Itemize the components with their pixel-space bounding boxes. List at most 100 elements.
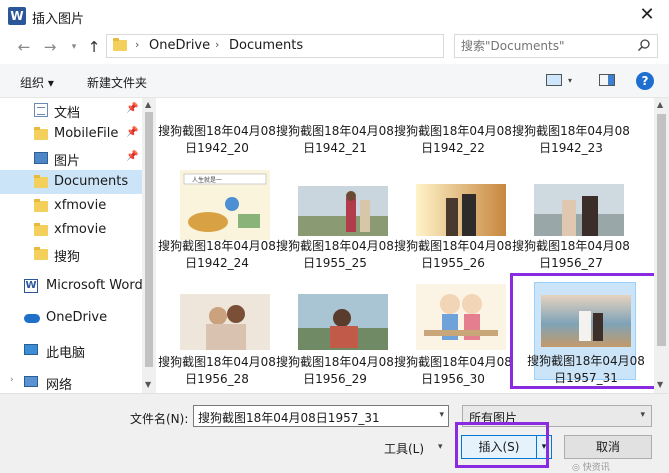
recent-chevron-down-icon[interactable]: ▾ <box>64 37 84 57</box>
file-thumbnail <box>541 295 631 347</box>
onedrive-icon <box>24 314 40 323</box>
file-tile[interactable]: 搜狗截图18年04月08日1942_20 <box>158 98 276 155</box>
breadcrumb-documents[interactable]: Documents <box>229 38 303 53</box>
file-tile[interactable]: 搜狗截图18年04月08日1942_23 <box>512 98 630 155</box>
sidebar-scroll-thumb[interactable] <box>145 112 153 367</box>
forward-arrow-icon[interactable]: → <box>40 37 60 57</box>
file-thumbnail: 人生就是一 <box>180 170 270 240</box>
file-tile[interactable]: 搜狗截图18年04月08日1955_25 <box>276 170 394 270</box>
search-icon[interactable] <box>637 38 651 52</box>
pin-icon: 📌 <box>126 151 139 162</box>
filename-input[interactable]: 搜狗截图18年04月08日1957_31 ▾ <box>193 405 449 427</box>
cartoon-thumbnail <box>416 284 506 350</box>
word-app-icon: W <box>8 7 26 25</box>
help-icon[interactable]: ? <box>636 72 654 90</box>
file-tile[interactable]: 搜狗截图18年04月08日1956_30 <box>394 284 512 386</box>
file-name: 搜狗截图18年04月08日1942_24 <box>158 239 276 270</box>
photo-thumbnail <box>180 294 270 350</box>
network-icon <box>24 376 38 387</box>
sidebar-item-microsoft-word[interactable]: W Microsoft Word <box>0 274 143 298</box>
chevron-down-icon[interactable]: ▾ <box>438 442 443 452</box>
photo-thumbnail <box>534 184 624 236</box>
file-tile[interactable]: 搜狗截图18年04月08日1956_29 <box>276 284 394 386</box>
insert-button[interactable]: 插入(S) <box>461 435 537 459</box>
file-thumbnail <box>298 186 388 236</box>
folder-icon <box>34 127 48 140</box>
file-tile-selected[interactable]: 搜狗截图18年04月08日1957_31 <box>527 282 645 385</box>
file-thumbnail <box>534 184 624 236</box>
close-icon[interactable]: ✕ <box>637 5 657 25</box>
document-icon <box>34 103 48 117</box>
address-row: ← → ▾ ↑ › OneDrive › Documents ▾ ↻ <box>0 34 669 62</box>
sidebar-item-xfmovie[interactable]: xfmovie <box>0 194 142 218</box>
pin-icon: 📌 <box>126 127 139 138</box>
folder-icon <box>113 38 127 51</box>
file-name: 搜狗截图18年04月08日1955_25 <box>276 239 394 270</box>
filetype-value: 所有图片 <box>469 411 518 425</box>
word-icon: W <box>24 279 38 293</box>
scroll-down-icon[interactable]: ▼ <box>145 380 151 389</box>
breadcrumb-onedrive[interactable]: OneDrive <box>149 38 210 53</box>
sidebar-item-network[interactable]: › 网络 <box>0 370 142 393</box>
thumbnail-text: 人生就是一 <box>192 176 222 184</box>
search-input[interactable] <box>461 38 631 54</box>
insert-options-chevron-down-icon[interactable]: ▾ <box>536 435 552 459</box>
new-folder-button[interactable]: 新建文件夹 <box>87 74 147 91</box>
organize-menu[interactable]: 组织 ▾ <box>20 74 54 91</box>
scroll-up-icon[interactable]: ▲ <box>145 100 151 109</box>
sidebar-item-this-pc[interactable]: 此电脑 <box>0 338 142 362</box>
up-arrow-icon[interactable]: ↑ <box>84 37 104 57</box>
photo-thumbnail <box>298 186 388 236</box>
file-name: 搜狗截图18年04月08日1942_20 <box>158 124 276 155</box>
file-tile[interactable]: 搜狗截图18年04月08日1956_27 <box>512 170 630 270</box>
this-pc-icon <box>24 344 38 355</box>
folder-icon <box>34 223 48 236</box>
content-scroll-thumb[interactable] <box>657 114 666 346</box>
sidebar-scrollbar[interactable]: ▲ ▼ <box>142 98 156 393</box>
chevron-right-icon[interactable]: › <box>135 38 139 51</box>
tools-menu[interactable]: 工具(L) <box>384 440 424 457</box>
content-scrollbar[interactable]: ▲ ▼ <box>654 98 669 393</box>
photo-thumbnail <box>416 184 506 236</box>
file-tile[interactable]: 搜狗截图18年04月08日1942_21 <box>276 98 394 155</box>
file-tile[interactable]: 搜狗截图18年04月08日1956_28 <box>158 284 276 386</box>
filetype-select[interactable]: 所有图片 ▾ <box>462 405 652 427</box>
dialog-footer: 文件名(N): 搜狗截图18年04月08日1957_31 ▾ 所有图片 ▾ 工具… <box>0 393 669 473</box>
back-arrow-icon[interactable]: ← <box>14 37 34 57</box>
chevron-down-icon[interactable]: ▾ <box>640 410 645 420</box>
view-dropdown-icon[interactable]: ▾ <box>568 76 572 85</box>
sidebar-item-documents-lib[interactable]: 文档 📌 <box>0 98 142 122</box>
cancel-button[interactable]: 取消 <box>564 435 652 459</box>
photo-thumbnail <box>298 294 388 350</box>
chevron-down-icon[interactable]: ▾ <box>439 410 444 420</box>
sidebar-item-pictures[interactable]: 图片 📌 <box>0 146 142 170</box>
filename-value[interactable]: 搜狗截图18年04月08日1957_31 <box>198 409 380 426</box>
file-name: 搜狗截图18年04月08日1956_29 <box>276 355 394 386</box>
search-box[interactable] <box>454 34 658 58</box>
pictures-icon <box>34 152 48 164</box>
sidebar-item-onedrive[interactable]: OneDrive <box>0 306 142 330</box>
sidebar-item-sogou[interactable]: 搜狗 <box>0 242 142 266</box>
sidebar-item-xfmovie-2[interactable]: xfmovie <box>0 218 142 242</box>
scroll-down-icon[interactable]: ▼ <box>657 380 663 389</box>
file-thumbnail <box>180 294 270 350</box>
folder-icon <box>34 175 48 188</box>
address-bar[interactable]: › OneDrive › Documents ▾ ↻ <box>106 34 539 58</box>
file-tile[interactable]: 搜狗截图18年04月08日1955_26 <box>394 170 512 270</box>
folder-icon <box>34 247 48 260</box>
file-name: 搜狗截图18年04月08日1956_27 <box>512 239 630 270</box>
file-tile[interactable]: 人生就是一 搜狗截图18年04月08日1942_24 <box>158 170 276 270</box>
preview-pane-icon[interactable] <box>599 74 615 86</box>
scroll-up-icon[interactable]: ▲ <box>657 100 663 109</box>
title-bar: W 插入图片 ✕ <box>0 0 669 32</box>
chevron-right-icon[interactable]: › <box>215 38 219 51</box>
window-title: 插入图片 <box>32 12 85 27</box>
sidebar-item-documents[interactable]: Documents <box>0 170 142 194</box>
file-list: 搜狗截图18年04月08日1942_20 搜狗截图18年04月08日1942_2… <box>158 98 654 393</box>
file-tile[interactable]: 搜狗截图18年04月08日1942_22 <box>394 98 512 155</box>
chevron-right-icon[interactable]: › <box>10 375 14 385</box>
sidebar-item-mobilefile[interactable]: MobileFile 📌 <box>0 122 142 146</box>
view-mode-icon[interactable] <box>546 74 562 86</box>
file-name: 搜狗截图18年04月08日1942_22 <box>394 124 512 155</box>
file-name: 搜狗截图18年04月08日1955_26 <box>394 239 512 270</box>
